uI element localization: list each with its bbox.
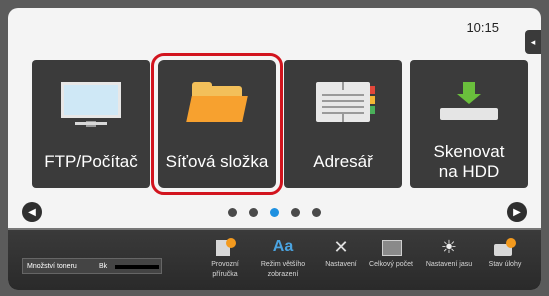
page-dot[interactable] bbox=[291, 208, 300, 217]
scan-to-hdd-icon bbox=[410, 82, 528, 126]
clock: 10:15 bbox=[466, 20, 499, 35]
settings-tools-icon: ✕ bbox=[333, 237, 349, 257]
toner-color-label: Bk bbox=[99, 263, 108, 270]
folder-icon bbox=[158, 82, 276, 126]
page-dot-active[interactable] bbox=[270, 208, 279, 217]
counter-icon bbox=[380, 238, 402, 256]
job-status-label: Stav úlohy bbox=[488, 261, 522, 268]
touch-screen: 10:15 ◂ FTP/Počítač Síťová složka Adresá… bbox=[8, 8, 541, 290]
tile-scan-to-hdd[interactable]: Skenovat na HDD bbox=[410, 60, 528, 188]
tile-ftp-pc[interactable]: FTP/Počítač bbox=[32, 60, 150, 188]
settings-label: Nastavení bbox=[325, 261, 357, 268]
manual-icon bbox=[214, 238, 236, 256]
large-display-mode-button[interactable]: Aa Režim většího zobrazení bbox=[256, 230, 310, 290]
toner-level-bar bbox=[115, 265, 159, 269]
page-indicator bbox=[228, 208, 348, 218]
total-count-button[interactable]: Celkový počet bbox=[364, 230, 418, 290]
side-panel-tab[interactable]: ◂ bbox=[525, 30, 541, 54]
tile-address-book[interactable]: Adresář bbox=[284, 60, 402, 188]
previous-page-button[interactable]: ◀ bbox=[22, 202, 42, 222]
tile-label: FTP/Počítač bbox=[44, 152, 138, 171]
page-dot[interactable] bbox=[249, 208, 258, 217]
manual-label: Provozní příručka bbox=[211, 261, 239, 278]
settings-button[interactable]: ✕ Nastavení bbox=[314, 230, 368, 290]
toner-indicator: Množství toneru Bk bbox=[22, 258, 162, 274]
mode-tiles: FTP/Počítač Síťová složka Adresář Skenov… bbox=[32, 53, 528, 195]
large-display-label: Režim většího zobrazení bbox=[260, 261, 306, 278]
brightness-button[interactable]: ☀ Nastavení jasu bbox=[422, 230, 476, 290]
total-count-label: Celkový počet bbox=[369, 261, 413, 268]
device-frame: 10:15 ◂ FTP/Počítač Síťová složka Adresá… bbox=[0, 0, 549, 296]
toner-label: Množství toneru bbox=[27, 263, 77, 270]
tile-label: Síťová složka bbox=[165, 152, 269, 171]
page-dot[interactable] bbox=[312, 208, 321, 217]
manual-button[interactable]: Provozní příručka bbox=[198, 230, 252, 290]
page-dot[interactable] bbox=[228, 208, 237, 217]
next-page-button[interactable]: ▶ bbox=[507, 202, 527, 222]
large-text-icon: Aa bbox=[272, 238, 294, 255]
job-status-icon bbox=[494, 238, 516, 256]
job-status-button[interactable]: Stav úlohy bbox=[478, 230, 532, 290]
footer-bar: Množství toneru Bk Provozní příručka Aa … bbox=[8, 228, 541, 290]
tile-network-folder[interactable]: Síťová složka bbox=[151, 53, 283, 195]
address-book-icon bbox=[284, 82, 402, 126]
brightness-label: Nastavení jasu bbox=[425, 261, 473, 268]
tile-label: Skenovat na HDD bbox=[433, 142, 505, 181]
brightness-icon: ☀ bbox=[440, 237, 458, 257]
monitor-icon bbox=[32, 82, 150, 127]
tile-label: Adresář bbox=[313, 152, 373, 171]
